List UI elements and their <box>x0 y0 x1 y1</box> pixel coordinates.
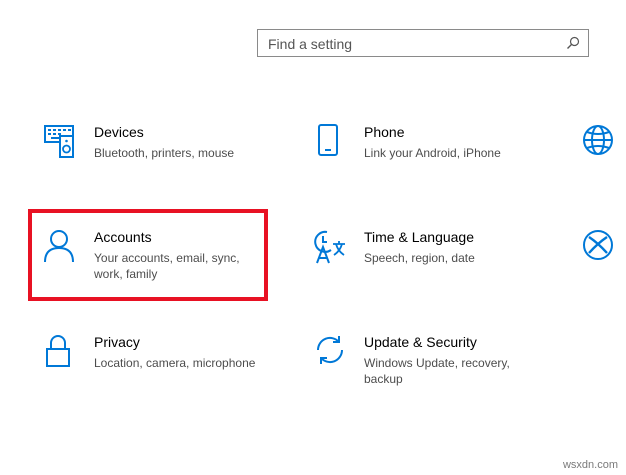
devices-icon <box>44 124 80 160</box>
tile-description: Bluetooth, printers, mouse <box>94 146 235 160</box>
search-box[interactable]: Find a setting <box>257 29 589 57</box>
tile-phone[interactable]: Phone Link your Android, iPhone <box>314 124 544 174</box>
time-language-icon <box>314 229 350 265</box>
sync-icon <box>314 334 350 370</box>
tile-description: Windows Update, recovery, backup <box>364 356 510 386</box>
tile-description: Speech, region, date <box>364 251 475 265</box>
tile-title: Phone <box>364 124 405 140</box>
tile-title: Privacy <box>94 334 140 350</box>
tile-title: Time & Language <box>364 229 474 245</box>
watermark: wsxdn.com <box>562 459 618 471</box>
tile-gaming[interactable] <box>582 229 618 265</box>
tile-update-security[interactable]: Update & Security Windows Update, recove… <box>314 334 544 394</box>
search-input[interactable]: Find a setting <box>268 36 352 52</box>
tile-privacy[interactable]: Privacy Location, camera, microphone <box>44 334 274 384</box>
xbox-icon <box>582 229 618 265</box>
tile-devices[interactable]: Devices Bluetooth, printers, mouse <box>44 124 274 174</box>
highlight-box <box>28 209 268 301</box>
globe-icon <box>582 124 618 160</box>
tile-description: Link your Android, iPhone <box>364 146 501 160</box>
tile-title: Devices <box>94 124 144 140</box>
tile-time-language[interactable]: Time & Language Speech, region, date <box>314 229 544 279</box>
tile-description: Location, camera, microphone <box>94 356 256 370</box>
tile-title: Update & Security <box>364 334 477 350</box>
lock-icon <box>44 334 80 370</box>
phone-icon <box>314 124 350 160</box>
search-icon[interactable] <box>566 36 580 50</box>
tile-network[interactable] <box>582 124 618 160</box>
